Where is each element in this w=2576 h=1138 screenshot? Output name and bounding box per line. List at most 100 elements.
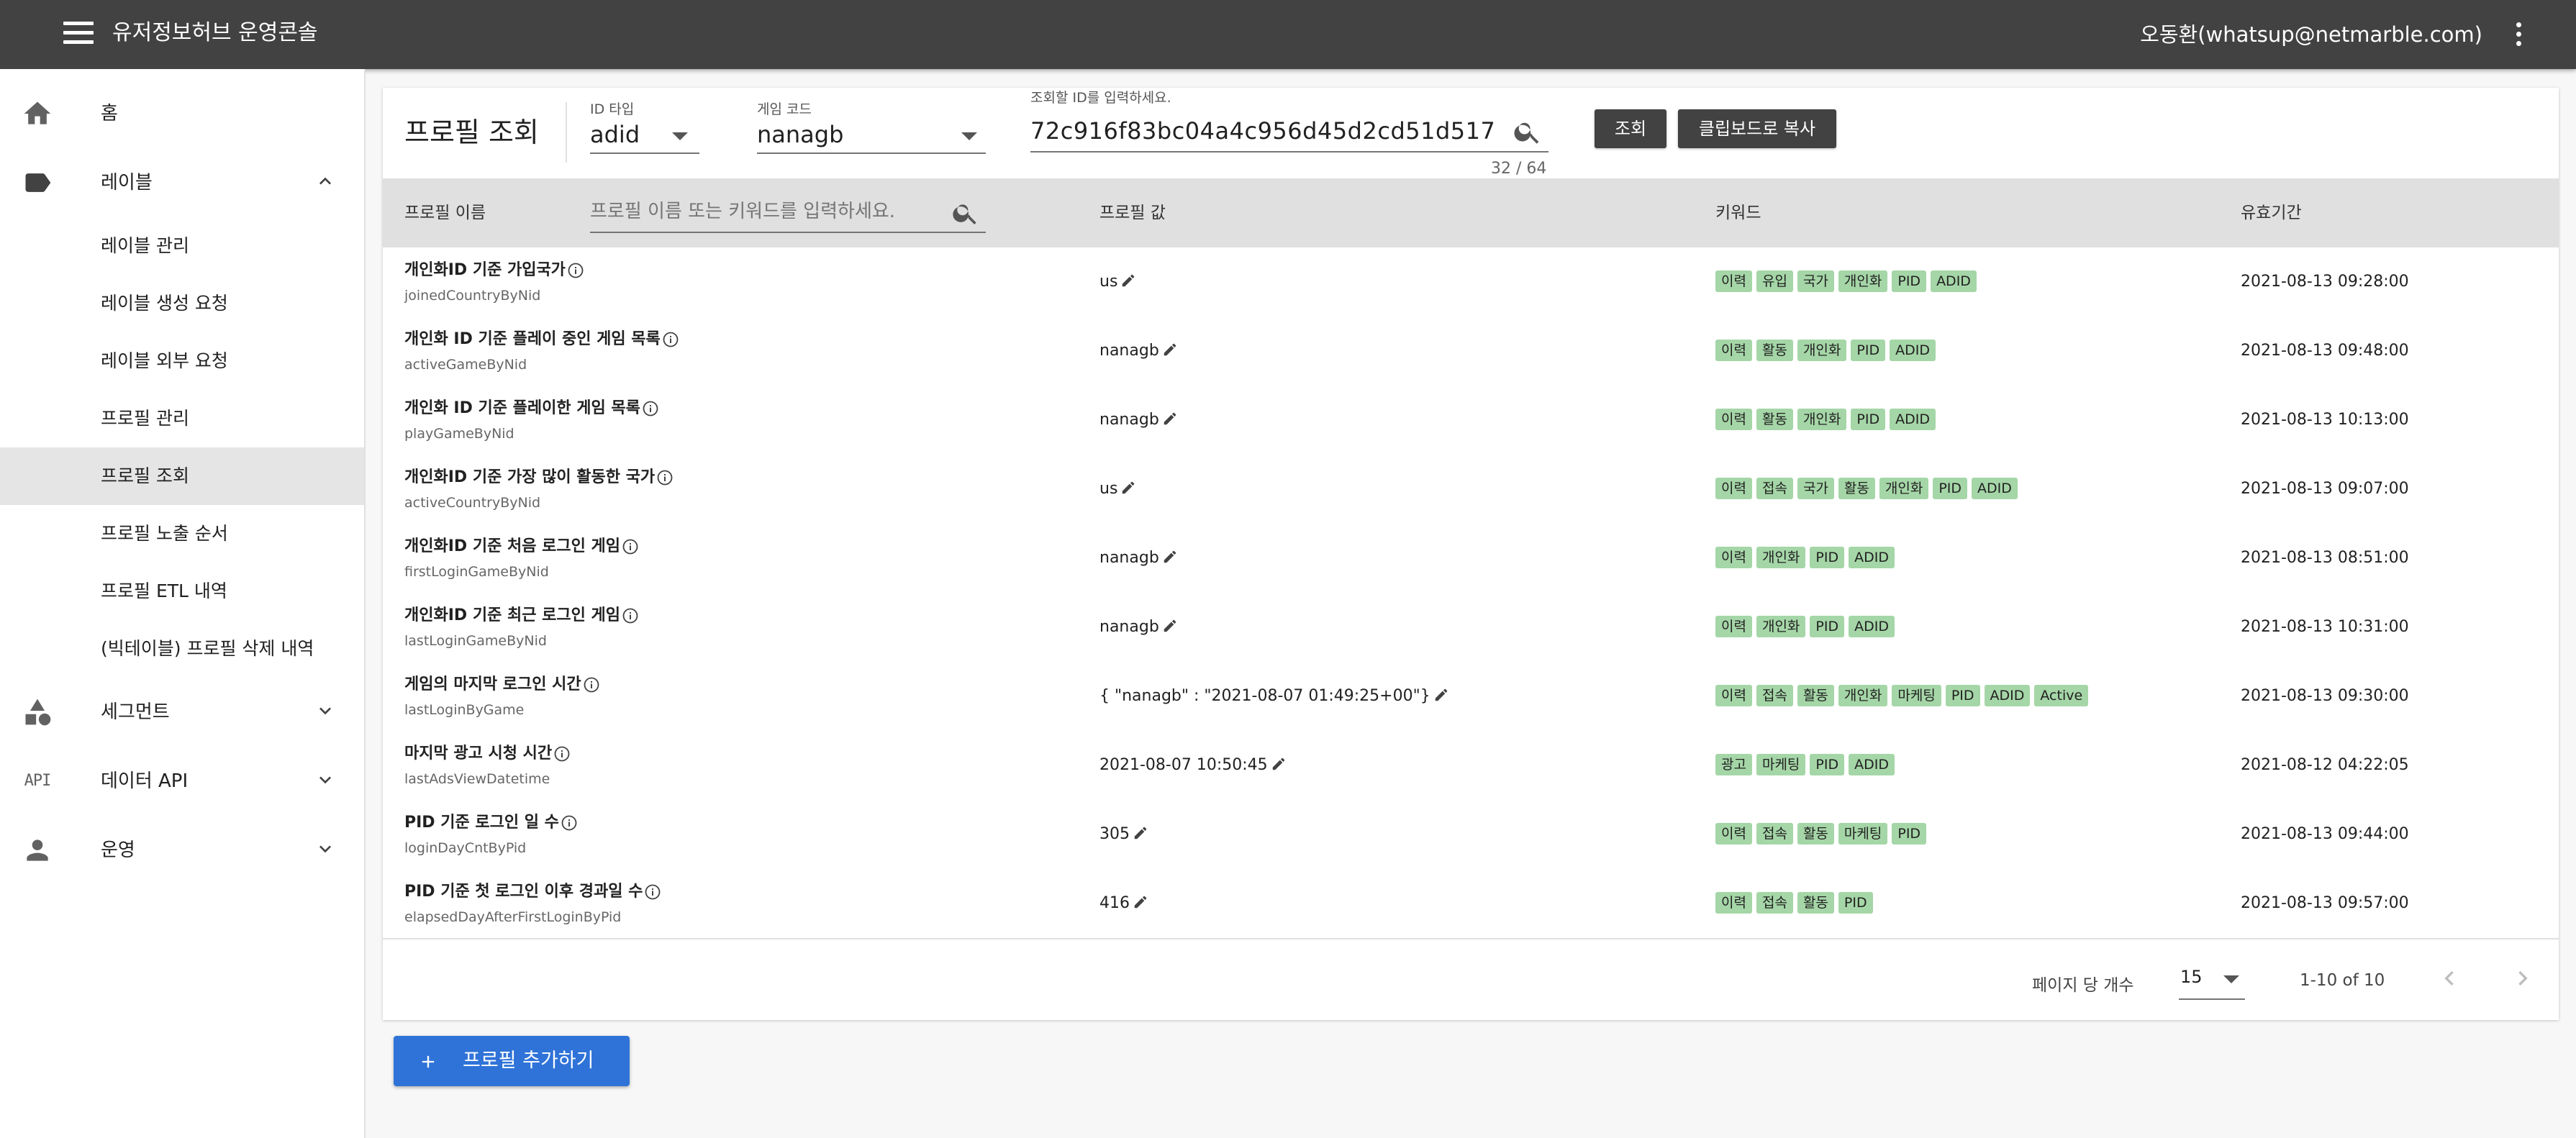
edit-icon[interactable] <box>1162 595 1178 632</box>
info-icon[interactable] <box>662 331 679 348</box>
keyword-chip: ADID <box>1849 754 1895 775</box>
info-icon[interactable] <box>622 607 639 624</box>
sidebar-item-label-create-request[interactable]: 레이블 생성 요청 <box>0 275 364 332</box>
game-code-select[interactable]: nanagb <box>757 118 986 154</box>
sidebar-item-home[interactable]: 홈 <box>0 79 364 148</box>
expiry-date: 2021-08-13 09:57:00 <box>2241 894 2409 912</box>
keyword-chip: ADID <box>1890 340 1936 361</box>
column-header-keywords: 키워드 <box>1715 204 1761 222</box>
sidebar-item-profile-delete-history[interactable]: (빅테이블) 프로필 삭제 내역 <box>0 620 364 678</box>
sidebar-group-label[interactable]: 레이블 <box>0 148 364 217</box>
sidebar-item-label: (빅테이블) 프로필 삭제 내역 <box>101 638 314 659</box>
info-icon[interactable] <box>583 676 600 693</box>
profile-name-text: 개인화ID 기준 처음 로그인 게임 <box>404 537 620 555</box>
sidebar-group-ops[interactable]: 운영 <box>0 816 364 885</box>
info-icon[interactable] <box>567 262 584 279</box>
column-header-name: 프로필 이름 <box>404 204 486 222</box>
sidebar-item-label: 운영 <box>101 839 135 861</box>
chevron-left-icon[interactable] <box>2435 964 2464 993</box>
add-profile-button[interactable]: 프로필 추가하기 <box>394 1036 630 1086</box>
search-icon[interactable] <box>951 199 980 227</box>
query-button[interactable]: 조회 <box>1595 109 1666 148</box>
keyword-list: 이력 유입 국가 개인화 PID ADID <box>1715 270 1981 293</box>
chevron-down-icon[interactable] <box>314 837 337 860</box>
chevron-up-icon[interactable] <box>314 170 337 193</box>
sidebar-item-profile-lookup[interactable]: 프로필 조회 <box>0 447 364 505</box>
profile-filter-field[interactable] <box>590 194 935 229</box>
profile-name: 개인화ID 기준 가장 많이 활동한 국가 <box>404 466 674 489</box>
sidebar-item-profile-order[interactable]: 프로필 노출 순서 <box>0 505 364 563</box>
expiry-date: 2021-08-13 09:28:00 <box>2241 273 2409 291</box>
home-icon <box>24 101 51 124</box>
sidebar-item-label: 프로필 관리 <box>101 408 189 429</box>
profile-name-text: 마지막 광고 시청 시간 <box>404 745 553 763</box>
profile-value-text: nanagb <box>1099 618 1159 636</box>
keyword-list: 광고 마케팅 PID ADID <box>1715 754 1899 777</box>
keyword-chip: PID <box>1810 547 1845 568</box>
rows-per-page-value: 15 <box>2180 967 2203 987</box>
sidebar-item-label: 프로필 조회 <box>101 465 189 486</box>
profile-value-text: nanagb <box>1099 411 1159 429</box>
id-search-input[interactable]: 72c916f83bc04a4c956d45d2cd51d517 <box>1030 114 1548 153</box>
edit-icon[interactable] <box>1162 319 1178 356</box>
id-search-value: 72c916f83bc04a4c956d45d2cd51d517 <box>1030 117 1496 145</box>
keyword-chip: PID <box>1933 478 1968 499</box>
edit-icon[interactable] <box>1133 871 1148 909</box>
sidebar-group-data-api[interactable]: API 데이터 API <box>0 747 364 816</box>
edit-icon[interactable] <box>1162 526 1178 563</box>
profile-name: 개인화ID 기준 가입국가 <box>404 259 584 282</box>
api-icon: API <box>24 772 52 790</box>
profile-name: 게임의 마지막 로그인 시간 <box>404 673 600 696</box>
edit-icon[interactable] <box>1433 664 1449 701</box>
sidebar-group-label-text: 레이블 <box>101 172 153 194</box>
sidebar-item-label-external-request[interactable]: 레이블 외부 요청 <box>0 332 364 390</box>
profile-key: loginDayCntByPid <box>404 840 527 856</box>
edit-icon[interactable] <box>1162 388 1178 425</box>
profile-value: { "nanagb" : "2021-08-07 01:49:25+00"} <box>1099 662 1449 731</box>
id-type-select[interactable]: adid <box>590 118 699 154</box>
edit-icon[interactable] <box>1271 733 1287 770</box>
info-icon[interactable] <box>656 469 674 486</box>
profile-value-text: nanagb <box>1099 549 1159 567</box>
expiry-date: 2021-08-13 08:51:00 <box>2241 549 2409 567</box>
dropdown-arrow-icon <box>2223 975 2239 983</box>
sidebar-item-profile-etl[interactable]: 프로필 ETL 내역 <box>0 563 364 620</box>
expiry-date: 2021-08-13 10:13:00 <box>2241 411 2409 429</box>
info-icon[interactable] <box>642 400 659 417</box>
info-icon[interactable] <box>622 538 639 555</box>
search-icon[interactable] <box>1513 117 1543 147</box>
sidebar-item-label: 프로필 노출 순서 <box>101 523 228 544</box>
chevron-right-icon[interactable] <box>2508 964 2537 993</box>
sidebar-item-label-manage[interactable]: 레이블 관리 <box>0 217 364 275</box>
page-title: 프로필 조회 <box>404 117 539 148</box>
profile-filter-input[interactable] <box>590 194 986 233</box>
game-code-value: nanagb <box>757 121 844 148</box>
keyword-chip: PID <box>1851 409 1886 430</box>
more-vert-icon[interactable] <box>2511 20 2526 49</box>
page-range: 1-10 of 10 <box>2300 971 2385 990</box>
sidebar-item-profile-manage[interactable]: 프로필 관리 <box>0 390 364 447</box>
chevron-down-icon[interactable] <box>314 699 337 722</box>
keyword-chip: 활동 <box>1756 340 1793 361</box>
keyword-chip: 접속 <box>1756 685 1793 706</box>
info-icon[interactable] <box>561 814 578 832</box>
info-icon[interactable] <box>553 745 571 763</box>
keyword-chip: 활동 <box>1756 409 1793 430</box>
chevron-down-icon[interactable] <box>314 768 337 791</box>
edit-icon[interactable] <box>1133 802 1148 839</box>
keyword-chip: 접속 <box>1756 892 1793 914</box>
rows-per-page-select[interactable]: 15 <box>2179 961 2245 1000</box>
info-icon[interactable] <box>644 883 661 901</box>
plus-icon <box>422 1055 435 1068</box>
table-row: 개인화 ID 기준 플레이 중인 게임 목록 activeGameByNid nan… <box>383 317 2559 387</box>
keyword-chip: 이력 <box>1715 892 1752 914</box>
edit-icon[interactable] <box>1120 250 1136 287</box>
profile-key: lastAdsViewDatetime <box>404 771 550 787</box>
menu-icon[interactable] <box>63 22 94 47</box>
edit-icon[interactable] <box>1120 457 1136 494</box>
copy-clipboard-button[interactable]: 클립보드로 복사 <box>1678 109 1836 148</box>
keyword-chip: 국가 <box>1797 270 1834 292</box>
user-account[interactable]: 오동환(whatsup@netmarble.com) <box>2140 20 2482 49</box>
sidebar-group-segment[interactable]: 세그먼트 <box>0 678 364 747</box>
rows-per-page-label: 페이지 당 개수 <box>2032 976 2134 995</box>
